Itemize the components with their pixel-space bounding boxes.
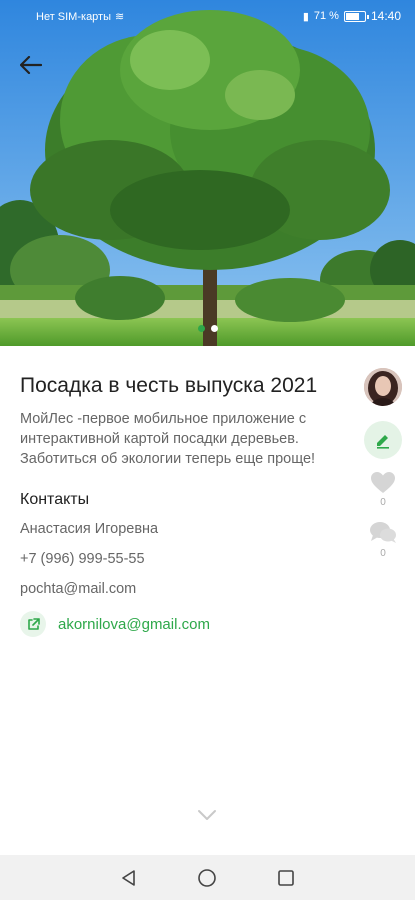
wifi-icon: ≋ xyxy=(115,11,125,23)
square-recents-icon xyxy=(278,869,294,886)
battery-fill xyxy=(345,12,359,20)
tree-photo xyxy=(0,0,415,346)
expand-button[interactable] xyxy=(197,808,217,826)
nav-back-button[interactable] xyxy=(114,863,144,893)
avatar[interactable] xyxy=(364,368,402,406)
chevron-down-icon xyxy=(198,810,216,820)
contact-phone[interactable]: +7 (996) 999-55-55 xyxy=(20,551,350,567)
contact-name: Анастасия Игоревна xyxy=(20,521,159,537)
like-action[interactable]: 0 xyxy=(370,471,396,508)
back-button[interactable] xyxy=(14,48,48,82)
edit-button[interactable] xyxy=(364,421,402,459)
comment-action[interactable]: 0 xyxy=(369,520,397,559)
triangle-back-icon xyxy=(122,869,135,886)
chat-bubble-icon xyxy=(370,522,396,543)
post-title: Посадка в честь выпуска 2021 xyxy=(20,374,318,397)
pencil-icon xyxy=(377,435,389,449)
nav-recents-button[interactable] xyxy=(271,863,301,893)
pager-dot[interactable] xyxy=(210,325,218,332)
action-column: 0 0 xyxy=(363,368,403,559)
carrier-text: Нет SIM-карты xyxy=(36,10,112,23)
contacts-heading: Контакты xyxy=(20,491,90,508)
battery-icon xyxy=(343,10,369,22)
nav-home-button[interactable] xyxy=(192,863,222,893)
clock: 14:40 xyxy=(370,9,401,23)
gallery-pager xyxy=(0,325,415,332)
system-nav-bar xyxy=(0,855,415,900)
hero-image[interactable]: Нет SIM-карты ≋ ▮ 71 % 14:40 xyxy=(0,0,415,346)
external-link-icon xyxy=(20,611,46,637)
heart-icon xyxy=(371,472,395,493)
post-details: Посадка в честь выпуска 2021 МойЛес -пер… xyxy=(20,372,350,637)
arrow-left-icon xyxy=(20,56,42,74)
link-text[interactable]: akornilova@gmail.com xyxy=(58,616,210,633)
status-bar: Нет SIM-карты ≋ ▮ 71 % 14:40 xyxy=(0,0,415,32)
signal-icon: ▮ xyxy=(302,10,309,23)
pager-dot[interactable] xyxy=(197,325,205,332)
contact-link[interactable]: akornilova@gmail.com xyxy=(20,611,350,637)
post-description: МойЛес -первое мобильное приложение с ин… xyxy=(20,411,316,467)
contact-email[interactable]: pochta@mail.com xyxy=(20,581,350,597)
circle-home-icon xyxy=(198,868,217,887)
like-count: 0 xyxy=(380,497,386,508)
comment-count: 0 xyxy=(380,548,386,559)
battery-percent: 71 % xyxy=(313,10,339,22)
